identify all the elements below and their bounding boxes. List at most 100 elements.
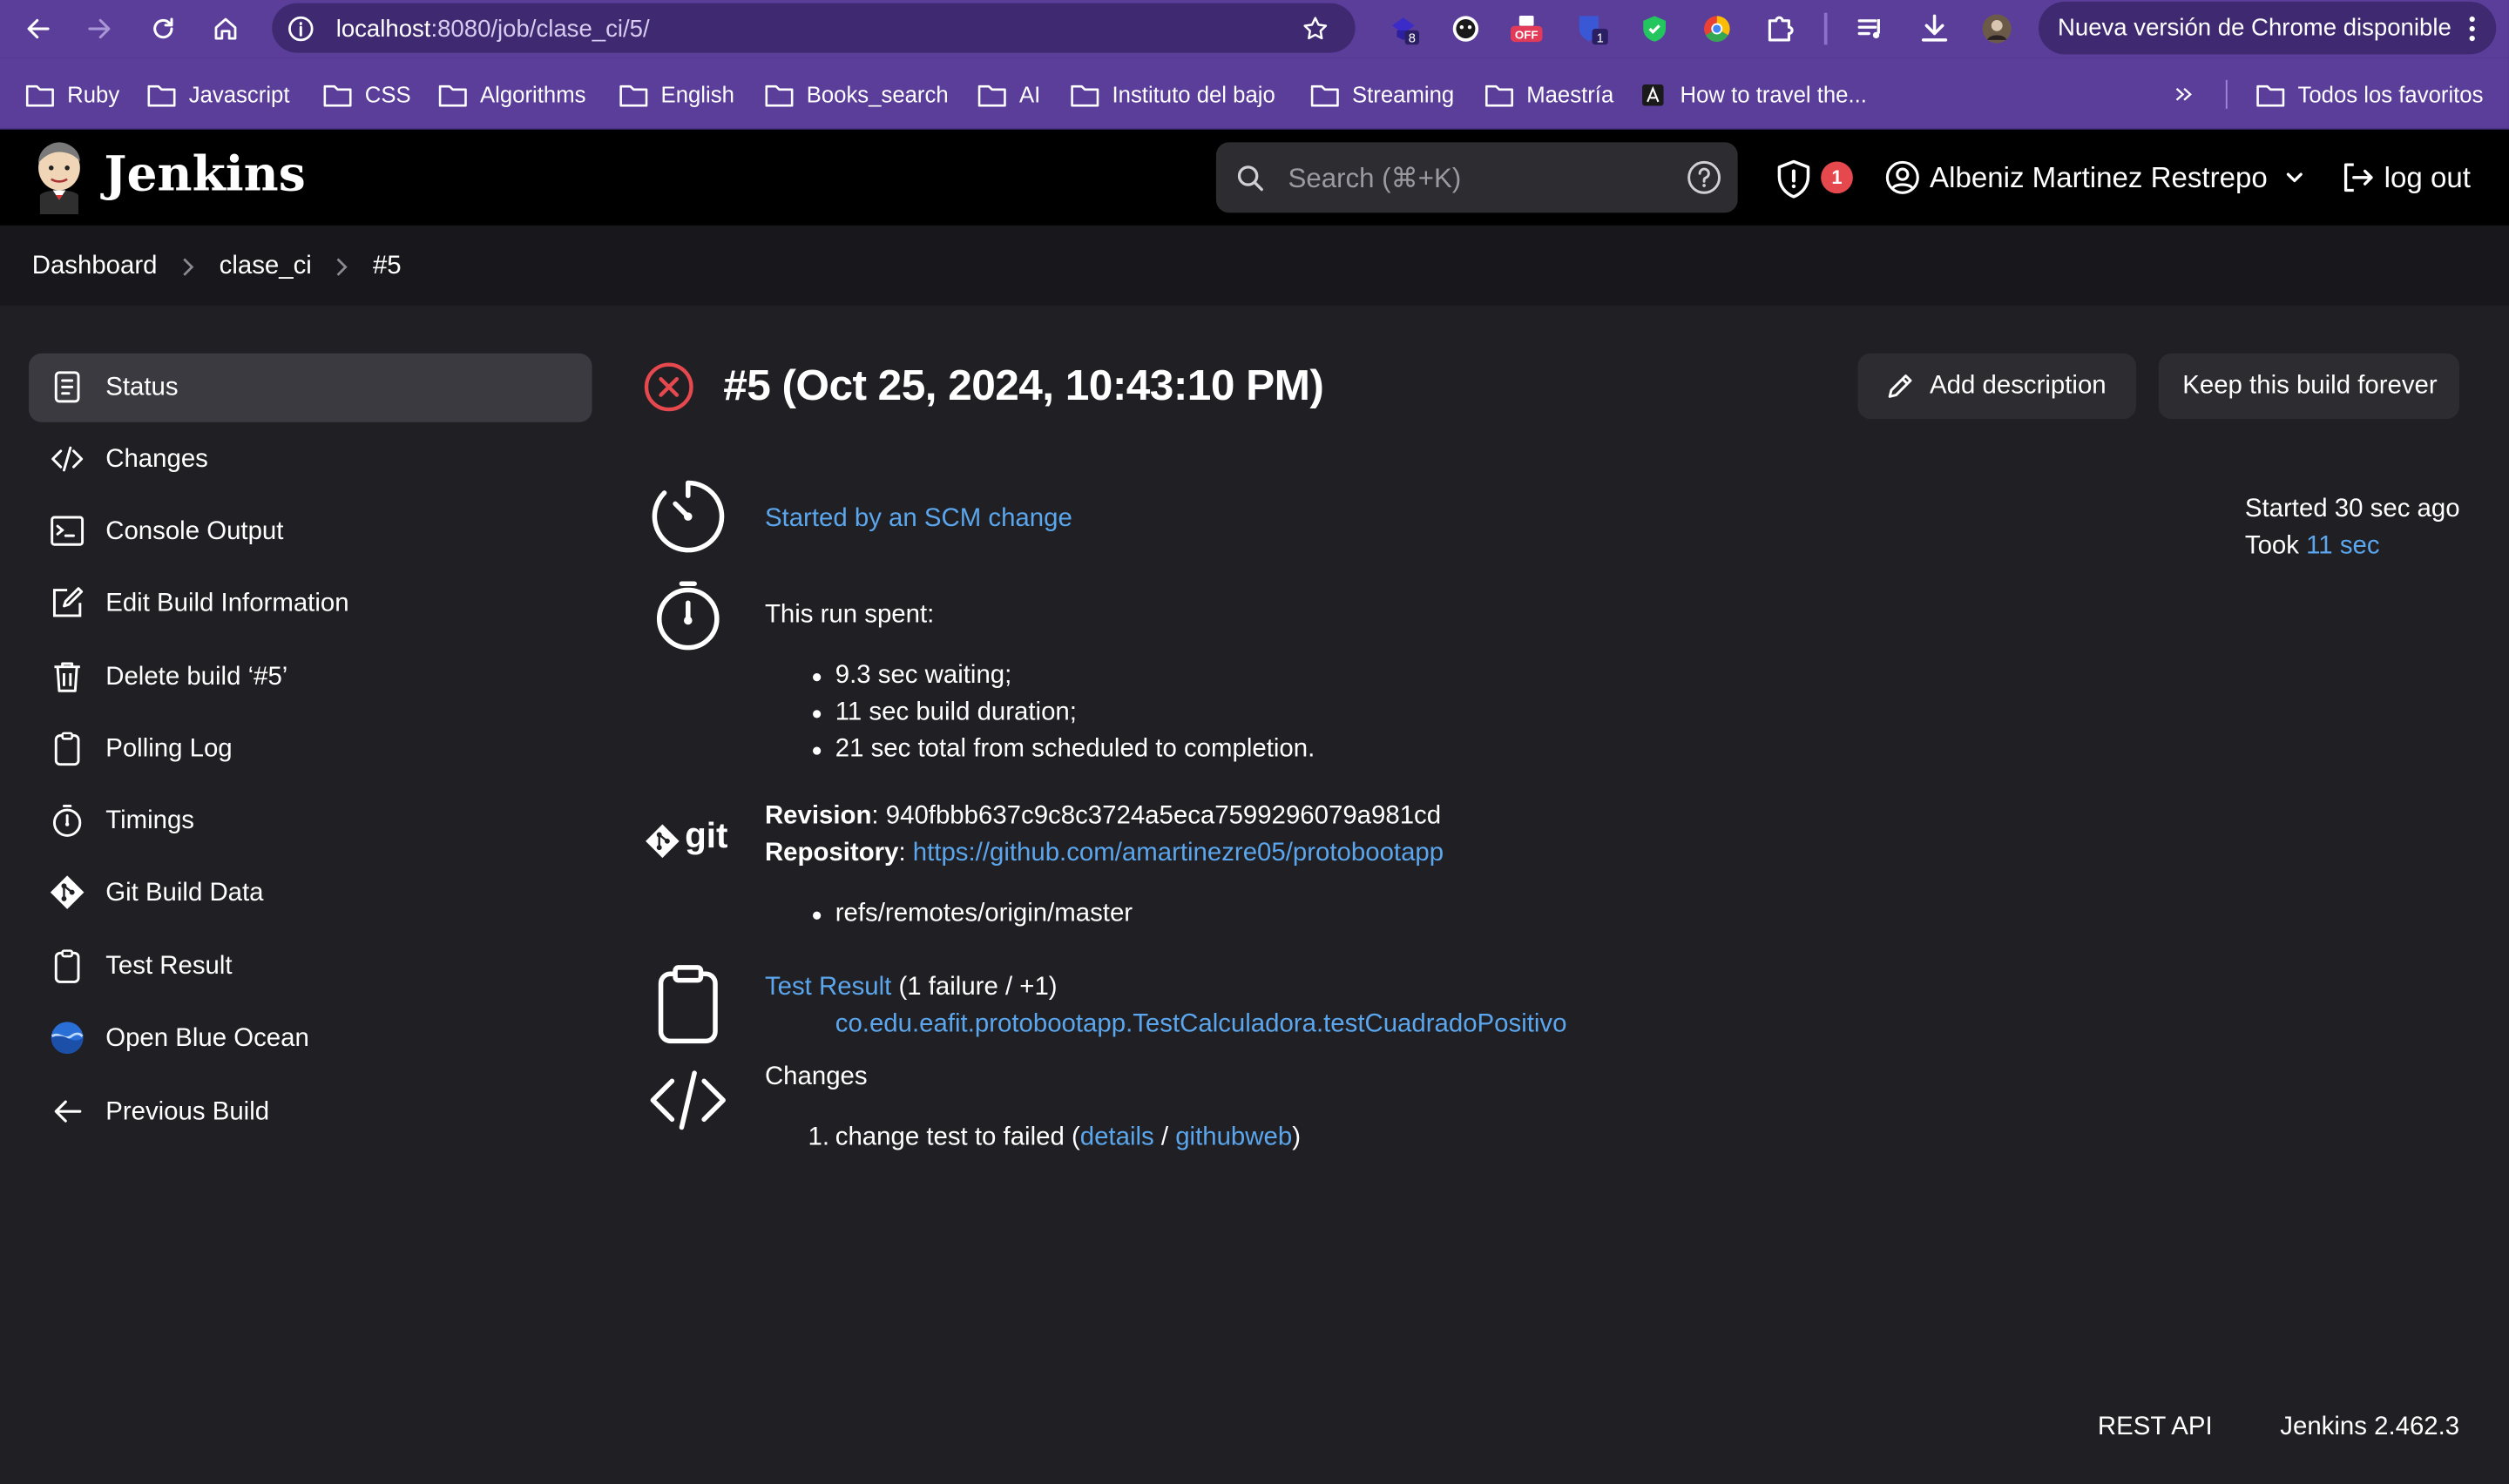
bookmark-folder[interactable]: Streaming	[1310, 80, 1454, 109]
logout-link[interactable]: log out	[2384, 161, 2471, 195]
extension-off-icon[interactable]: OFF	[1510, 13, 1543, 45]
add-description-button[interactable]: Add description	[1857, 353, 2136, 420]
took-label: Took	[2244, 532, 2299, 560]
sidebar-item-delete-build[interactable]: Delete build ‘#5’	[29, 643, 592, 712]
took-duration-link[interactable]: 11 sec	[2306, 532, 2379, 559]
forward-button[interactable]	[80, 10, 118, 48]
bookmark-link[interactable]: How to travel the...	[1639, 80, 1867, 109]
bookmark-label: Instituto del bajo	[1112, 81, 1275, 108]
bullet	[813, 746, 822, 755]
profile-avatar[interactable]	[1981, 13, 2013, 45]
change-githubweb-link[interactable]: githubweb	[1175, 1124, 1292, 1151]
test-result-link[interactable]: Test Result	[765, 974, 891, 1001]
extension-shield-1-icon[interactable]: 1	[1576, 13, 1608, 45]
folder-icon	[1485, 84, 1513, 106]
bookmark-label: Books_search	[806, 81, 949, 108]
chrome-update-button[interactable]: Nueva versión de Chrome disponible	[2038, 1, 2497, 55]
sidebar-item-changes[interactable]: Changes	[29, 425, 592, 494]
sidebar-item-label: Console Output	[105, 517, 284, 546]
sidebar-item-open-blue-ocean[interactable]: Open Blue Ocean	[29, 1004, 592, 1073]
bookmark-folder[interactable]: Maestría	[1484, 80, 1613, 109]
jenkins-title[interactable]: Jenkins	[104, 147, 305, 203]
bookmark-folder[interactable]: CSS	[323, 80, 411, 109]
chevron-right-icon	[183, 258, 194, 276]
bookmark-folder[interactable]: Instituto del bajo	[1071, 80, 1275, 109]
bookmark-label: Maestría	[1526, 81, 1614, 108]
jenkins-version-link[interactable]: Jenkins 2.462.3	[2280, 1413, 2459, 1442]
url-text[interactable]: localhost:8080/job/clase_ci/5/	[336, 16, 650, 43]
sidebar-item-edit-build-information[interactable]: Edit Build Information	[29, 570, 592, 638]
run-spent-item: 9.3 sec waiting;	[835, 662, 1012, 690]
sidebar-item-previous-build[interactable]: Previous Build	[29, 1078, 592, 1147]
extension-badge-8-icon[interactable]: 8	[1387, 13, 1420, 45]
bookmark-star-icon[interactable]	[1301, 15, 1329, 44]
search-box[interactable]: Search (⌘+K)	[1215, 142, 1738, 213]
chevron-down-icon[interactable]	[2285, 170, 2304, 186]
jenkins-header: Jenkins Search (⌘+K) 1 Albeniz Martinez …	[0, 129, 2509, 226]
media-control-icon[interactable]	[1856, 13, 1889, 45]
sidebar-item-console-output[interactable]: Console Output	[29, 497, 592, 566]
change-text: change test to failed (	[835, 1123, 1080, 1152]
extension-chrome-circle-icon[interactable]	[1701, 13, 1733, 45]
folder-icon	[1310, 84, 1339, 106]
sidebar-item-label: Previous Build	[105, 1098, 270, 1126]
sidebar-item-status[interactable]: Status	[29, 353, 592, 422]
reload-icon	[153, 17, 173, 39]
repository-row: Repository: https://github.com/amartinez…	[765, 840, 1444, 868]
bookmark-folder[interactable]: Algorithms	[438, 80, 585, 109]
help-icon[interactable]	[1687, 160, 1721, 195]
svg-text:8: 8	[1409, 32, 1416, 45]
stopwatch-icon	[52, 804, 82, 837]
extension-green-shield-icon[interactable]	[1639, 13, 1671, 45]
bookmark-folder[interactable]: AI	[977, 80, 1040, 109]
jenkins-logo-icon[interactable]	[32, 141, 86, 215]
sidebar-item-polling-log[interactable]: Polling Log	[29, 715, 592, 784]
change-details-link[interactable]: details	[1080, 1124, 1154, 1151]
rest-api-link[interactable]: REST API	[2098, 1413, 2213, 1442]
chevron-right-icon	[336, 258, 348, 276]
bookmark-folder[interactable]: Books_search	[765, 80, 949, 109]
repository-link[interactable]: https://github.com/amartinezre05/protobo…	[913, 840, 1444, 867]
back-button[interactable]	[19, 10, 57, 48]
site-info-icon[interactable]	[288, 16, 314, 42]
all-bookmarks-folder[interactable]: Todos los favoritos	[2256, 80, 2483, 109]
home-button[interactable]	[206, 10, 245, 48]
download-icon[interactable]	[1918, 13, 1951, 45]
more-menu-icon[interactable]	[2467, 15, 2477, 44]
sidebar-item-git-build-data[interactable]: Git Build Data	[29, 859, 592, 928]
svg-text:OFF: OFF	[1515, 29, 1539, 42]
folder-icon	[25, 84, 54, 106]
address-bar[interactable]: localhost:8080/job/clase_ci/5/	[272, 3, 1356, 53]
sidebar-item-label: Status	[105, 374, 179, 401]
search-icon	[1237, 165, 1263, 192]
page: localhost:8080/job/clase_ci/5/ 8 OFF 1 N…	[0, 0, 2509, 1484]
chrome-update-label: Nueva versión de Chrome disponible	[2057, 14, 2452, 42]
started-by-link[interactable]: Started by an SCM change	[765, 505, 1072, 534]
sidebar-item-test-result[interactable]: Test Result	[29, 933, 592, 1002]
logout-icon[interactable]	[2339, 160, 2374, 195]
breadcrumb-job[interactable]: clase_ci	[220, 253, 312, 281]
test-result-summary: (1 failure / +1)	[891, 974, 1058, 1002]
sidebar-item-timings[interactable]: Timings	[29, 786, 592, 855]
bookmark-folder[interactable]: Javascript	[147, 80, 290, 109]
alert-count-badge[interactable]: 1	[1821, 161, 1853, 194]
keep-build-forever-label: Keep this build forever	[2182, 372, 2438, 401]
git-logo: git	[645, 815, 734, 867]
user-name-link[interactable]: Albeniz Martinez Restrepo	[1930, 161, 2268, 195]
sidebar-item-label: Changes	[105, 446, 208, 474]
search-input[interactable]: Search (⌘+K)	[1288, 163, 1462, 195]
breadcrumb-build[interactable]: #5	[373, 253, 402, 281]
reload-button[interactable]	[144, 10, 182, 48]
bookmark-folder[interactable]: Ruby	[25, 80, 119, 109]
keep-build-forever-button[interactable]: Keep this build forever	[2158, 353, 2460, 420]
bookmark-folder[interactable]: English	[619, 80, 734, 109]
breadcrumb-dashboard[interactable]: Dashboard	[32, 253, 158, 281]
security-shield-icon[interactable]	[1776, 159, 1811, 199]
user-icon[interactable]	[1885, 160, 1920, 195]
failed-test-link[interactable]: co.edu.eafit.protobootapp.TestCalculador…	[835, 1010, 1567, 1039]
extensions-puzzle-icon[interactable]	[1763, 13, 1796, 45]
bookmark-label: AI	[1018, 81, 1041, 108]
change-separator: /	[1153, 1123, 1176, 1152]
bookmarks-overflow-button[interactable]	[2173, 80, 2208, 109]
extension-face-icon[interactable]	[1450, 13, 1482, 45]
